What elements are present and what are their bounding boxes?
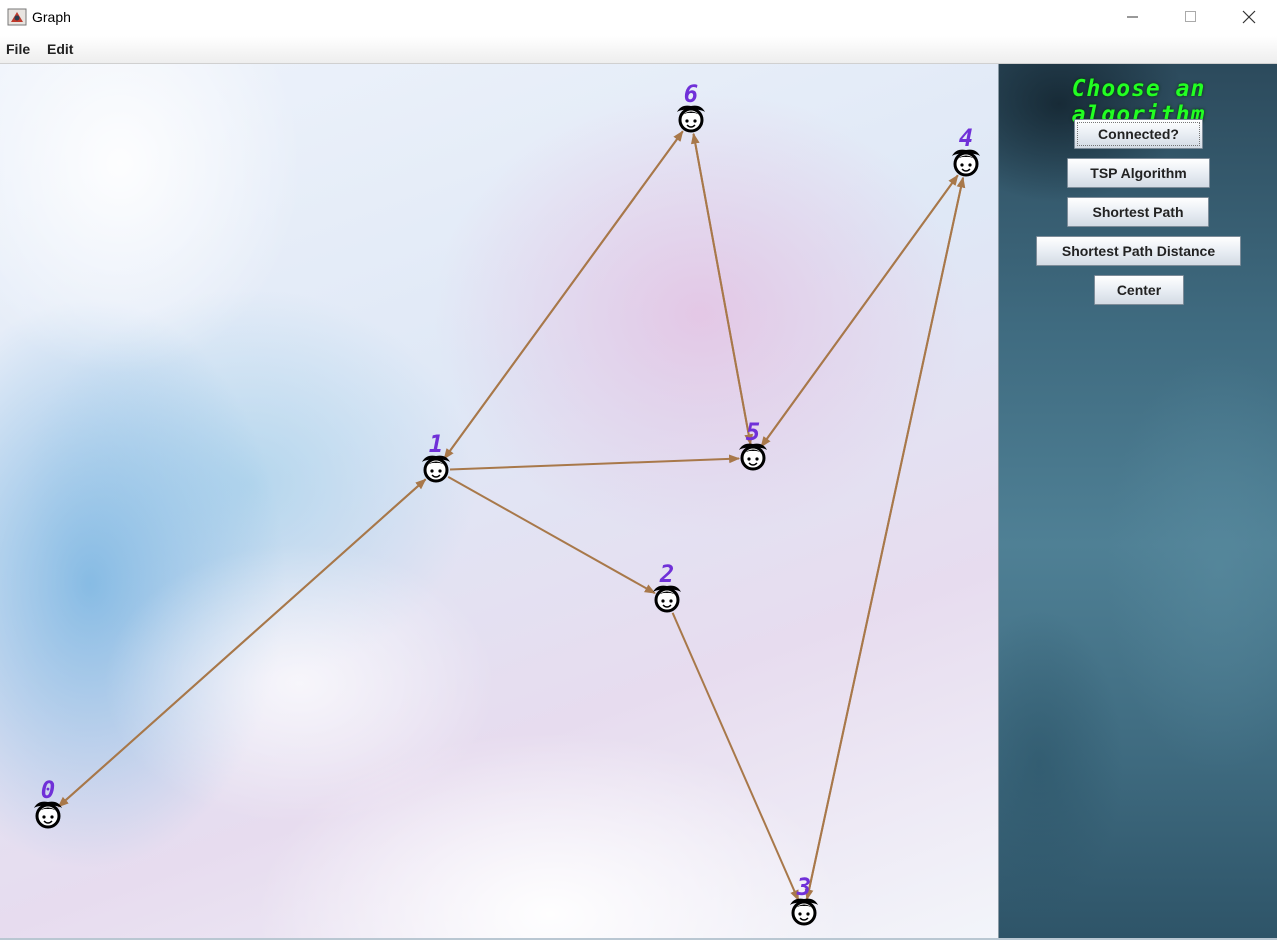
shortest-path-button[interactable]: Shortest Path	[1067, 197, 1209, 227]
edge-1-to-0	[57, 478, 427, 808]
edge-2-to-3	[671, 612, 800, 902]
maximize-icon	[1185, 11, 1196, 22]
node-label-6: 6	[684, 80, 698, 108]
tsp-algorithm-button[interactable]: TSP Algorithm	[1067, 158, 1210, 188]
java-app-icon	[7, 7, 27, 27]
close-icon	[1242, 10, 1256, 24]
graph-node-6[interactable]: 6	[675, 80, 707, 133]
graph-node-4[interactable]: 4	[950, 124, 982, 177]
minimize-icon	[1127, 16, 1138, 18]
girl-face-icon	[788, 897, 820, 926]
node-label-4: 4	[959, 124, 973, 152]
maximize-button[interactable]	[1162, 0, 1220, 34]
graph-node-0[interactable]: 0	[32, 776, 64, 829]
edge-1-to-2	[447, 475, 656, 595]
graph-node-2[interactable]: 2	[651, 560, 683, 613]
node-label-5: 5	[746, 418, 760, 446]
girl-face-icon	[950, 148, 982, 177]
graph-drawing: 0 1 2 3 4 5 6	[32, 80, 982, 926]
node-label-0: 0	[41, 776, 55, 804]
connected-button[interactable]: Connected?	[1074, 119, 1203, 149]
girl-face-icon	[32, 800, 64, 829]
edge-1-to-5	[449, 454, 741, 471]
center-button[interactable]: Center	[1094, 275, 1184, 305]
title-bar: Graph	[0, 0, 1277, 36]
close-button[interactable]	[1220, 0, 1277, 34]
edge-6-to-1	[443, 130, 684, 460]
menu-edit[interactable]: Edit	[47, 41, 73, 57]
edge-5-to-4	[760, 174, 959, 448]
girl-face-icon	[675, 104, 707, 133]
girl-face-icon	[737, 442, 769, 471]
menu-file[interactable]: File	[6, 41, 30, 57]
node-label-1: 1	[429, 430, 443, 458]
girl-face-icon	[651, 584, 683, 613]
menu-bar: File Edit	[0, 36, 1277, 64]
shortest-path-distance-button[interactable]: Shortest Path Distance	[1036, 236, 1241, 266]
girl-face-icon	[420, 454, 452, 483]
graph-node-3[interactable]: 3	[788, 873, 820, 926]
node-label-3: 3	[796, 873, 811, 901]
graph-canvas[interactable]: 0 1 2 3 4 5 6	[0, 64, 998, 938]
node-label-2: 2	[659, 560, 674, 588]
minimize-button[interactable]	[1104, 0, 1162, 34]
edge-4-to-3	[804, 177, 965, 901]
algorithm-panel: Choose an algorithm Connected? TSP Algor…	[998, 64, 1277, 938]
window-title: Graph	[32, 9, 71, 25]
edge-5-to-6	[690, 132, 752, 445]
